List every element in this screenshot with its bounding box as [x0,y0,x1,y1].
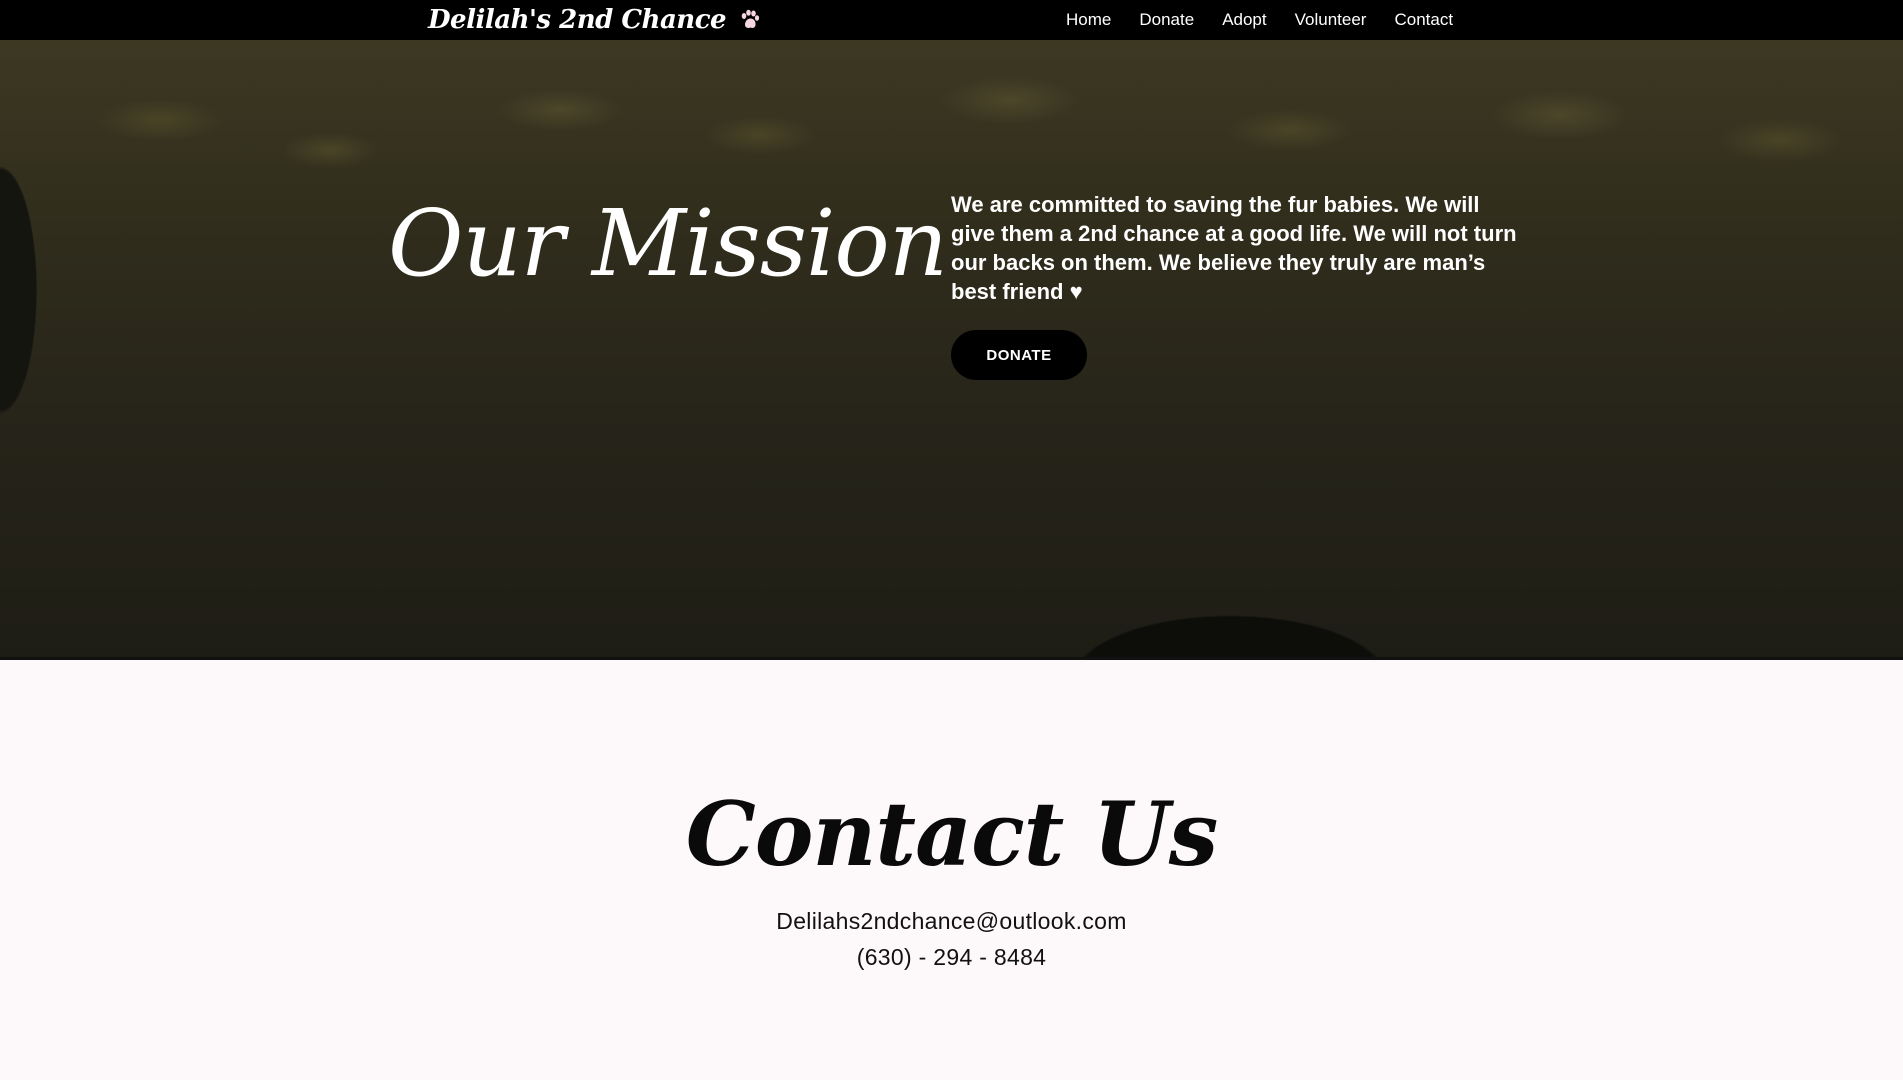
brand-name: Delilah's 2nd Chance [428,5,727,35]
nav-donate[interactable]: Donate [1139,10,1194,30]
mission-title: Our Mission [388,190,948,297]
main-nav: Home Donate Adopt Volunteer Contact [1066,0,1481,40]
brand-logo-link[interactable]: Delilah's 2nd Chance [428,1,762,39]
contact-title: Contact Us [685,782,1219,886]
donate-button[interactable]: DONATE [951,330,1087,380]
top-navbar: Delilah's 2nd Chance Home Donate Adopt V… [0,0,1903,40]
nav-contact[interactable]: Contact [1394,10,1453,30]
nav-home[interactable]: Home [1066,10,1111,30]
contact-phone[interactable]: (630) - 294 - 8484 [0,944,1903,971]
contact-section: Contact Us Delilahs2ndchance@outlook.com… [0,660,1903,1080]
paw-icon [741,9,760,28]
nav-adopt[interactable]: Adopt [1222,10,1266,30]
mission-section: Our Mission We are committed to saving t… [0,40,1903,660]
mission-text: We are committed to saving the fur babie… [951,192,1517,304]
contact-email[interactable]: Delilahs2ndchance@outlook.com [0,908,1903,935]
nav-volunteer[interactable]: Volunteer [1295,10,1367,30]
